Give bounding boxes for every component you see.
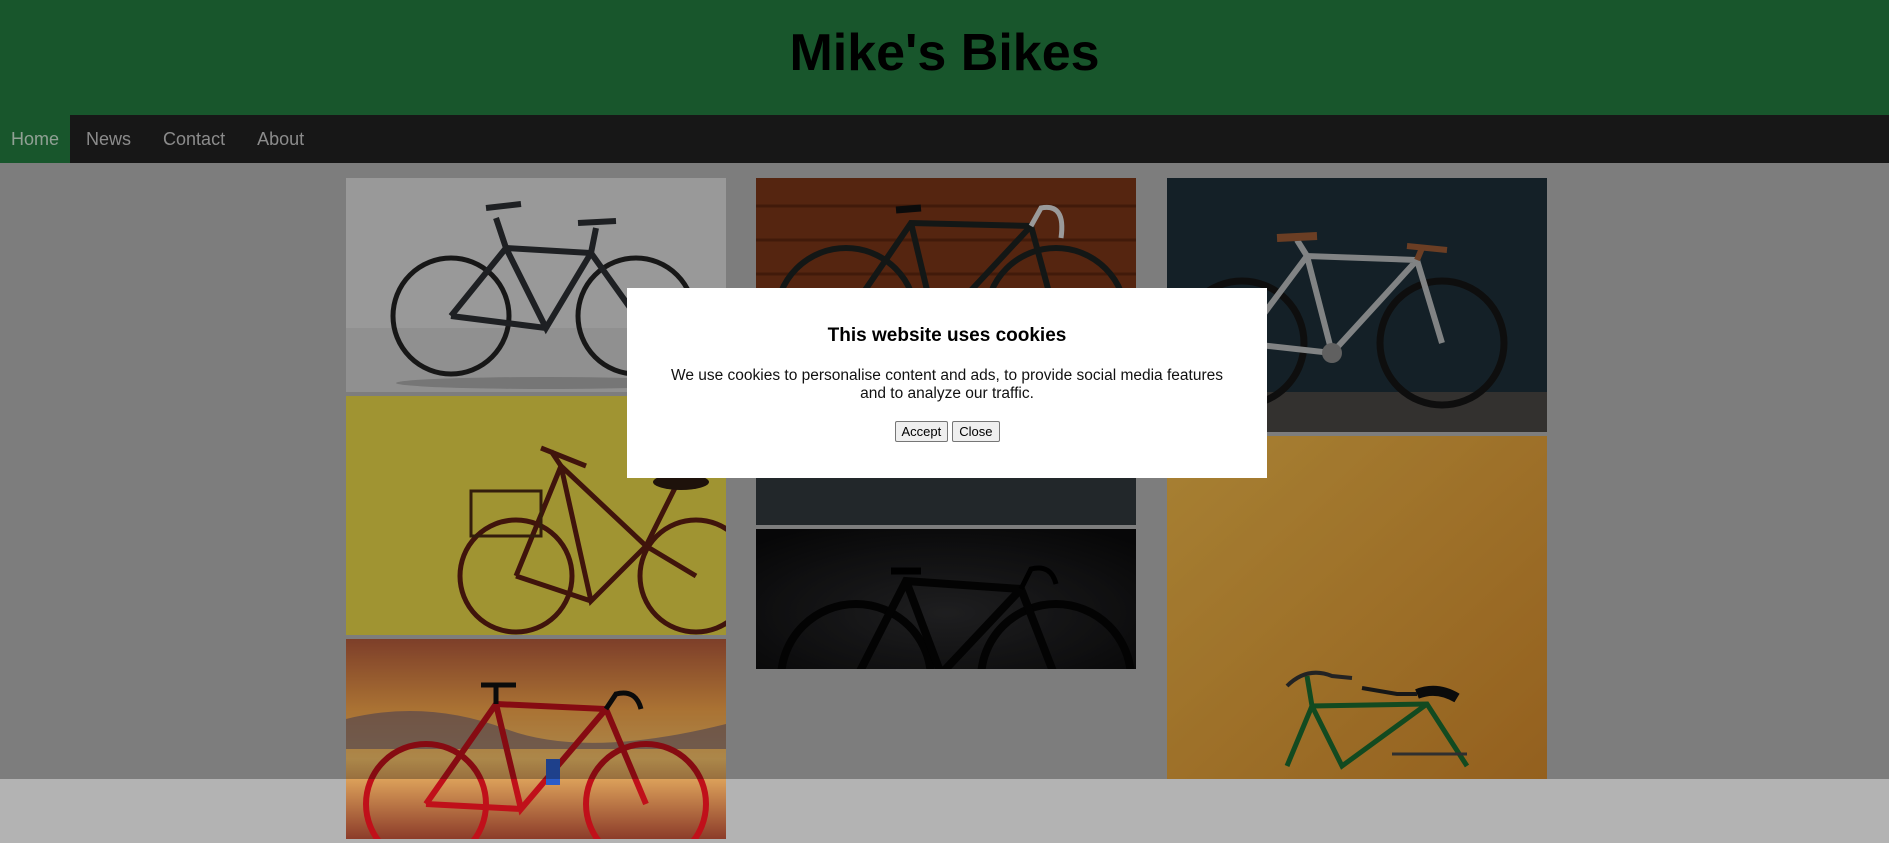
- cookie-dialog-actions: Accept Close: [627, 421, 1267, 442]
- close-button[interactable]: Close: [952, 421, 1000, 442]
- accept-button[interactable]: Accept: [894, 421, 949, 442]
- cookie-dialog-title: This website uses cookies: [827, 325, 1067, 346]
- cookie-consent-dialog: This website uses cookies We use cookies…: [627, 288, 1267, 478]
- cookie-dialog-message: We use cookies to personalise content an…: [670, 367, 1223, 402]
